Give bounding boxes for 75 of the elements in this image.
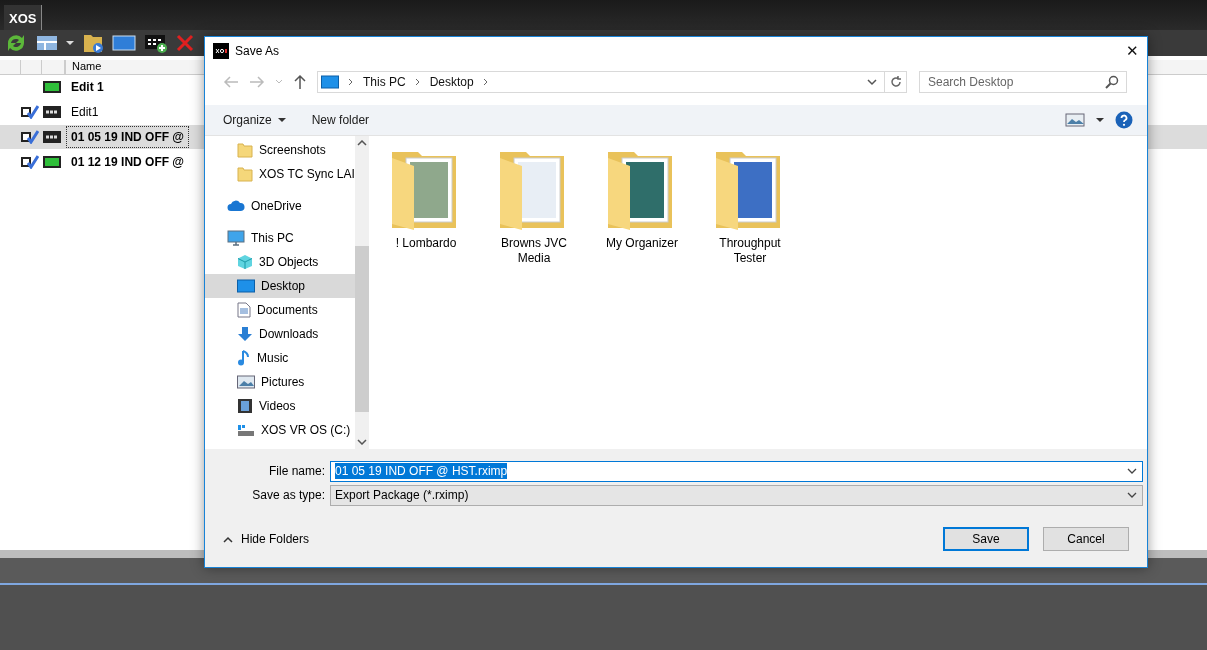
nav-item[interactable]: 3D Objects — [205, 250, 355, 274]
nav-item[interactable]: Documents — [205, 298, 355, 322]
folder-item[interactable]: ! Lombardo — [378, 148, 474, 251]
chevron-up-icon — [223, 535, 233, 543]
cloud-icon — [227, 199, 245, 213]
organize-menu[interactable]: Organize — [215, 111, 294, 129]
caret-icon[interactable] — [66, 40, 74, 46]
search-field[interactable]: Search Desktop — [919, 71, 1127, 93]
film-icon — [237, 398, 253, 414]
scrollbar[interactable] — [354, 136, 369, 449]
nav-item[interactable]: Screenshots — [205, 138, 355, 162]
cube-icon — [237, 254, 253, 270]
pictures-icon — [237, 375, 255, 389]
layout-icon[interactable] — [36, 34, 58, 52]
nav-item[interactable]: Pictures — [205, 370, 355, 394]
folder-name: My Organizer — [606, 236, 678, 251]
caret-icon — [277, 117, 286, 123]
file-name-field[interactable]: 01 05 19 IND OFF @ HST.rximp — [330, 460, 1143, 482]
app-tab[interactable]: XOS — [4, 5, 43, 30]
nav-item[interactable]: XOS VR OS (C:) — [205, 418, 355, 442]
row-name: Edit 1 — [70, 79, 105, 96]
nav-item[interactable]: Desktop — [205, 274, 355, 298]
scroll-up-icon[interactable] — [356, 140, 367, 146]
folder-item[interactable]: My Organizer — [594, 148, 690, 251]
row-name: 01 12 19 IND OFF @ — [70, 154, 186, 171]
scroll-down-icon[interactable] — [356, 439, 367, 445]
folder-item[interactable]: Browns JVC Media — [486, 148, 582, 266]
refresh-button[interactable] — [885, 71, 907, 93]
document-icon — [237, 302, 251, 318]
nav-item[interactable]: Downloads — [205, 322, 355, 346]
download-icon — [237, 326, 253, 342]
column-header[interactable]: Name — [65, 60, 192, 74]
save-type-dropdown[interactable]: Export Package (*.rximp) — [330, 484, 1143, 506]
chevron-icon — [413, 78, 422, 86]
folder-name: Browns JVC Media — [500, 236, 568, 266]
up-arrow-icon[interactable] — [293, 74, 307, 90]
computer-icon — [227, 230, 245, 246]
address-bar[interactable]: This PC Desktop — [317, 71, 885, 93]
folder-name: ! Lombardo — [395, 236, 457, 251]
nav-item[interactable]: This PC — [205, 226, 355, 250]
breadcrumb-item[interactable]: This PC — [363, 75, 406, 89]
folder-name: Throughput Tester — [718, 236, 782, 266]
nav-item[interactable]: Videos — [205, 394, 355, 418]
desktop-icon — [321, 75, 339, 89]
nav-item[interactable]: OneDrive — [205, 194, 355, 218]
help-icon[interactable] — [1115, 111, 1133, 129]
chevron-icon — [347, 78, 355, 86]
breadcrumb-item[interactable]: Desktop — [429, 75, 474, 89]
row-name: Edit1 — [70, 104, 100, 121]
dialog-title: Save As — [235, 44, 280, 58]
film-add-icon[interactable] — [144, 32, 168, 54]
nav-item[interactable]: XOS TC Sync LAI — [205, 162, 355, 186]
folder-icon — [237, 142, 253, 158]
field-label: Save as type: — [251, 488, 325, 502]
field-label: File name: — [267, 464, 325, 478]
view-icon[interactable] — [1065, 113, 1085, 127]
new-folder-button[interactable]: New folder — [303, 111, 378, 129]
refresh-icon — [888, 75, 903, 89]
close-button[interactable]: ✕ — [1117, 37, 1147, 65]
app-logo-icon — [213, 43, 229, 59]
drive-icon — [237, 423, 255, 437]
caret-icon[interactable] — [1095, 117, 1105, 123]
folder-icon — [237, 166, 253, 182]
delete-icon[interactable] — [176, 34, 194, 52]
folder-icon[interactable] — [82, 32, 104, 54]
monitor-icon[interactable] — [112, 34, 136, 52]
music-icon — [237, 350, 251, 366]
chevron-icon — [481, 78, 490, 86]
nav-item[interactable]: Music — [205, 346, 355, 370]
cancel-button[interactable]: Cancel — [1043, 527, 1129, 551]
save-button[interactable]: Save — [943, 527, 1029, 551]
search-icon[interactable] — [1105, 75, 1119, 89]
desktop-icon — [237, 279, 255, 293]
hide-folders-button[interactable]: Hide Folders — [217, 531, 316, 547]
folder-item[interactable]: Throughput Tester — [702, 148, 798, 266]
